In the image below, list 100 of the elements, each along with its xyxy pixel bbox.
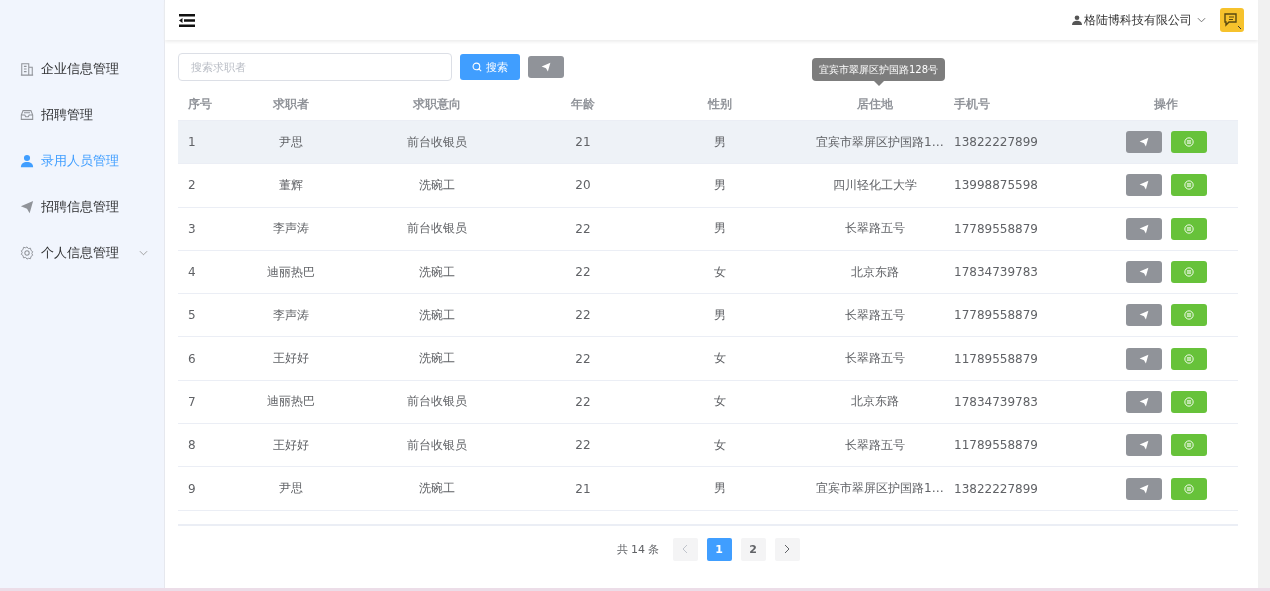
table-cell: 22 [575, 351, 591, 366]
sidebar-item[interactable]: 招聘信息管理 [0, 184, 164, 230]
paper-plane-icon [1138, 223, 1149, 234]
send-button[interactable] [528, 56, 564, 78]
list-circle-icon [1183, 353, 1194, 364]
table-cell: 男 [714, 221, 726, 236]
table-cell: 22 [575, 221, 591, 236]
details-button[interactable] [1170, 261, 1207, 284]
table-cell: 李声涛 [273, 221, 309, 236]
table-cell: 尹思 [279, 481, 303, 495]
list-circle-icon [1183, 180, 1194, 191]
inbox-icon [20, 108, 34, 122]
table-cell: 洗碗工 [419, 264, 455, 279]
details-button[interactable] [1170, 434, 1207, 457]
details-button[interactable] [1170, 347, 1207, 370]
table-cell: 4 [188, 265, 196, 280]
table-cell: 5 [188, 308, 196, 323]
table-cell: 长翠路五号 [845, 437, 905, 452]
send-button[interactable] [1125, 217, 1162, 240]
sidebar-item[interactable]: 个人信息管理 [0, 230, 164, 276]
sidebar-item[interactable]: 招聘管理 [0, 92, 164, 138]
send-button[interactable] [1125, 347, 1162, 370]
company-name[interactable]: 格陆博科技有限公司 [1084, 11, 1192, 29]
search-icon [472, 62, 482, 72]
table-cell: 洗碗工 [419, 307, 455, 322]
column-header: 手机号 [954, 96, 990, 111]
table-cell: 11789558879 [954, 351, 1038, 366]
send-button[interactable] [1125, 434, 1162, 457]
table-cell: 8 [188, 438, 196, 453]
paper-plane-icon [1138, 137, 1149, 148]
send-button[interactable] [1125, 131, 1162, 154]
list-circle-icon [1183, 483, 1194, 494]
column-header: 性别 [708, 96, 732, 111]
table-cell: 6 [188, 351, 196, 366]
chevron-icon[interactable] [1197, 17, 1206, 23]
table-cell: 长翠路五号 [845, 351, 905, 366]
table-cell: 11789558879 [954, 438, 1038, 453]
list-circle-icon [1183, 310, 1194, 321]
table-cell: 迪丽热巴 [267, 264, 315, 279]
table-cell: 22 [575, 394, 591, 409]
paper-plane-icon [1138, 396, 1149, 407]
table-cell: 22 [575, 438, 591, 453]
details-button[interactable] [1170, 304, 1207, 327]
details-button[interactable] [1170, 174, 1207, 197]
details-button[interactable] [1170, 131, 1207, 154]
paper-plane-icon [1138, 267, 1149, 278]
details-button[interactable] [1170, 390, 1207, 413]
building-icon [20, 62, 34, 76]
search-field[interactable]: 搜索求职者 [178, 53, 452, 81]
list-circle-icon [1183, 223, 1194, 234]
table-cell: 男 [714, 481, 726, 495]
table-cell: 女 [714, 394, 726, 409]
send-button[interactable] [1125, 304, 1162, 327]
table-cell: 女 [714, 437, 726, 452]
user-icon [1072, 15, 1082, 25]
page-button[interactable]: 2 [740, 537, 766, 561]
send-button[interactable] [1125, 261, 1162, 284]
table-cell: 17789558879 [954, 308, 1038, 323]
table-cell: 尹思 [279, 134, 303, 149]
paper-plane-icon [541, 62, 551, 72]
table-cell: 长翠路五号 [845, 221, 905, 236]
details-button[interactable] [1170, 477, 1207, 500]
send-button[interactable] [1125, 477, 1162, 500]
table-cell: 前台收银员 [407, 437, 467, 452]
table-cell: 前台收银员 [407, 134, 467, 149]
column-header: 求职意向 [413, 96, 461, 111]
table-cell: 王好好 [273, 437, 309, 452]
table-cell: 9 [188, 481, 196, 496]
total-count: 共 14 条 [616, 541, 660, 557]
table-cell: 13822227899 [954, 135, 1038, 150]
table-cell: 董辉 [279, 177, 303, 192]
table-cell: 前台收银员 [407, 221, 467, 236]
list-circle-icon [1183, 267, 1194, 278]
paper-plane-icon [20, 200, 34, 214]
menu-icon[interactable] [179, 13, 195, 27]
list-circle-icon [1183, 137, 1194, 148]
table-cell: 女 [714, 351, 726, 366]
table-cell: 7 [188, 394, 196, 409]
table-cell: 长翠路五号 [845, 307, 905, 322]
paper-plane-icon [1138, 353, 1149, 364]
table-cell: 北京东路 [851, 394, 899, 409]
send-button[interactable] [1125, 174, 1162, 197]
table-cell: 1 [188, 135, 196, 150]
list-circle-icon [1183, 440, 1194, 451]
table-cell: 男 [714, 134, 726, 149]
table-cell: 王好好 [273, 351, 309, 366]
sidebar-item[interactable]: 企业信息管理 [0, 46, 164, 92]
paper-plane-icon [1138, 440, 1149, 451]
table-cell: 17834739783 [954, 394, 1038, 409]
table-cell: 男 [714, 307, 726, 322]
table-cell: 2 [188, 178, 196, 193]
list-circle-icon [1183, 396, 1194, 407]
table-cell: 前台收银员 [407, 394, 467, 409]
table-cell: 洗碗工 [419, 177, 455, 192]
tooltip-arrow [873, 81, 884, 86]
table-cell: 北京东路 [851, 264, 899, 279]
avatar-icon[interactable] [1220, 8, 1244, 32]
column-header: 序号 [188, 96, 212, 111]
details-button[interactable] [1170, 217, 1207, 240]
send-button[interactable] [1125, 390, 1162, 413]
